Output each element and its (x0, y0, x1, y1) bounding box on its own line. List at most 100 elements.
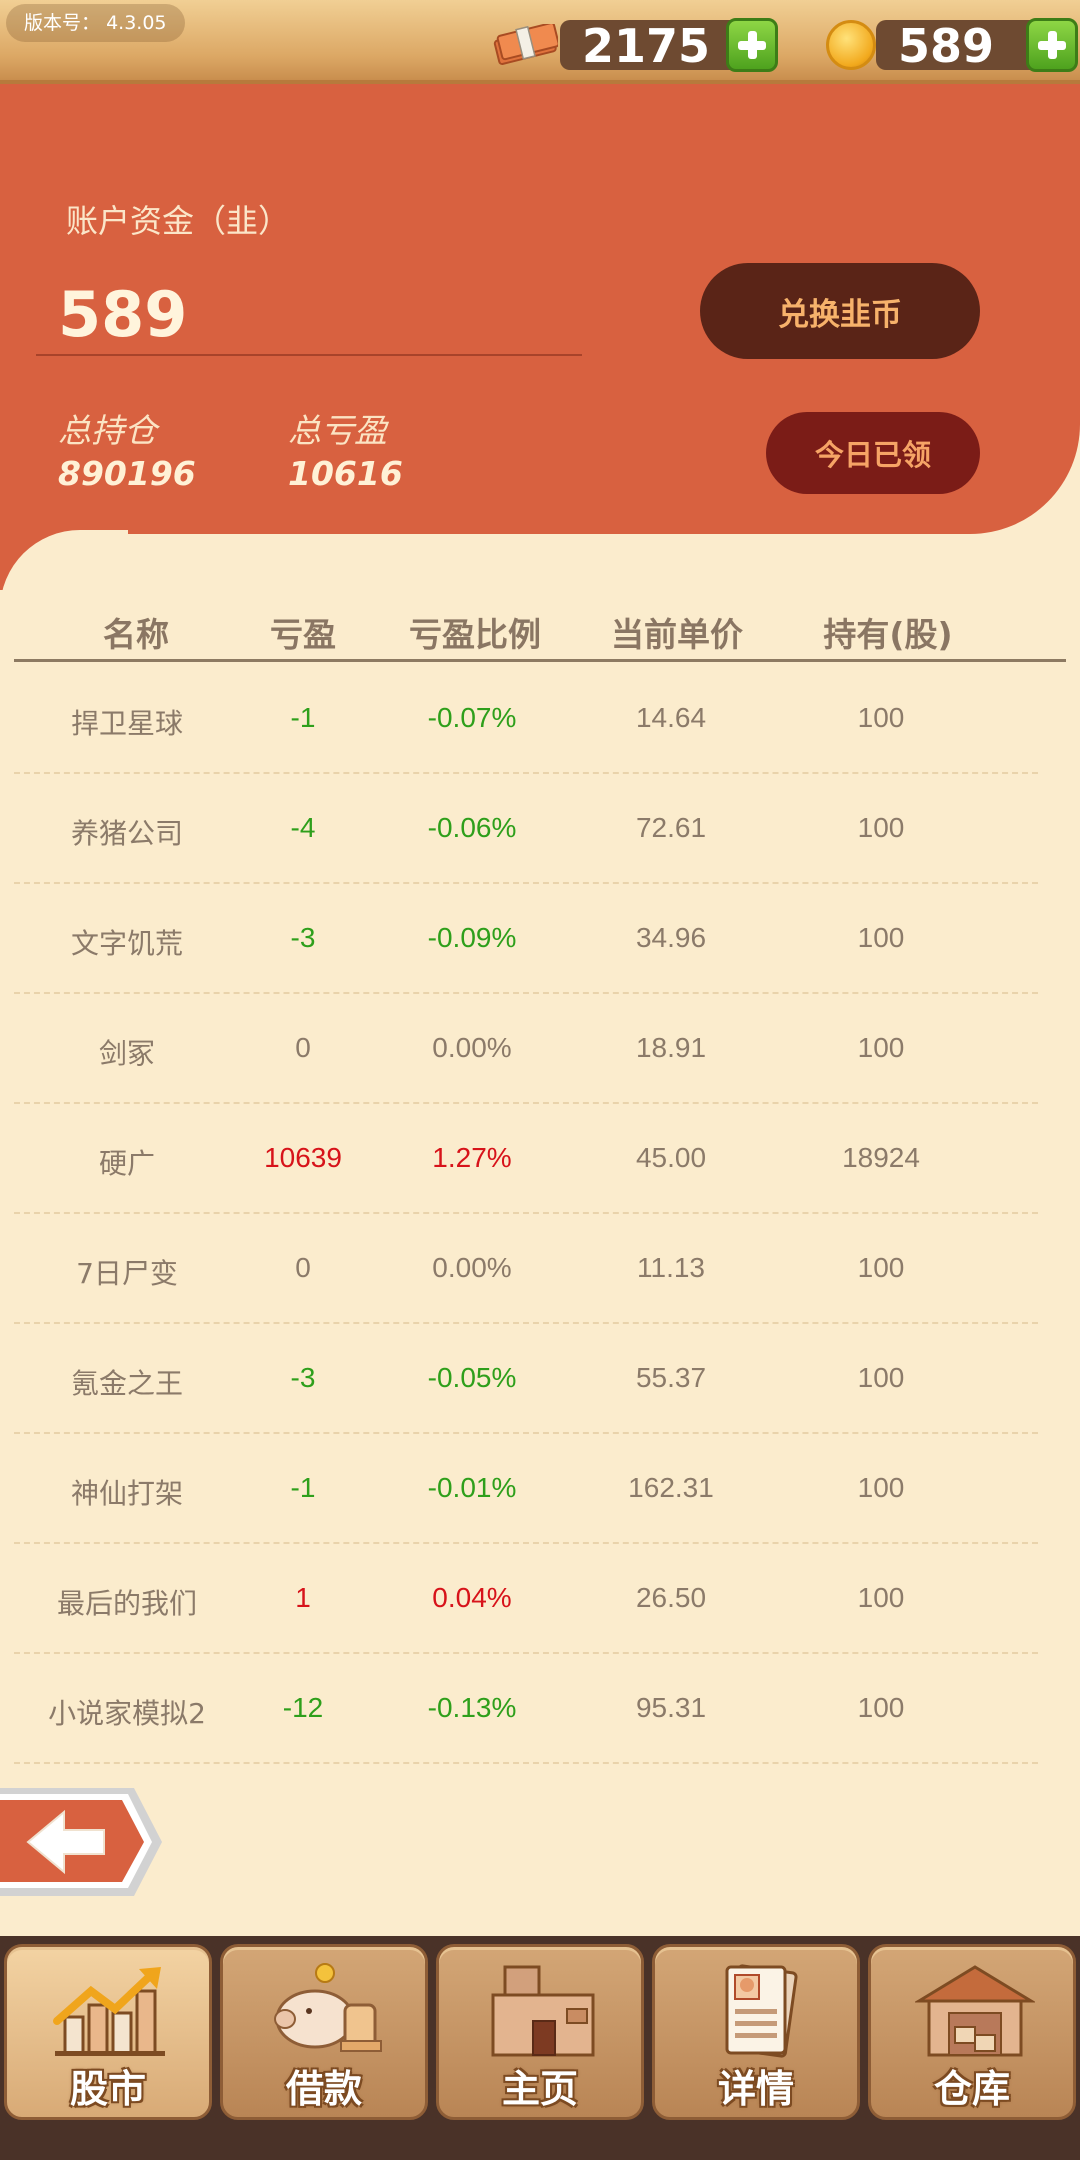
stock-name: 捍卫星球 (70, 707, 184, 740)
stock-pnl-ratio: 1.27% (432, 1142, 512, 1173)
stock-pnl-ratio: -0.06% (427, 812, 517, 843)
stock-held: 18924 (842, 1142, 920, 1173)
piggy-bank-icon (274, 1963, 382, 2052)
stock-pnl-ratio: -0.05% (427, 1362, 517, 1393)
table-row[interactable]: 剑冢 0 0.00% 18.91 100 (14, 994, 1038, 1104)
stock-pnl: -12 (282, 1692, 324, 1723)
stock-pnl: 0 (295, 1032, 311, 1063)
stock-name: 氪金之王 (70, 1367, 184, 1400)
total-position-label: 总持仓 (58, 411, 157, 450)
add-cash-plus-icon[interactable] (726, 18, 778, 72)
stock-pnl: -3 (290, 922, 316, 953)
house-icon (491, 1965, 595, 2057)
stock-price: 45.00 (635, 1142, 707, 1173)
stock-price: 95.31 (635, 1692, 707, 1723)
account-divider (36, 354, 582, 356)
stock-name: 小说家模拟2 (48, 1697, 206, 1730)
header-pnl-ratio: 亏盈比例 (409, 615, 541, 654)
table-row[interactable]: 氪金之王 -3 -0.05% 55.37 100 (14, 1324, 1038, 1434)
account-funds-label: 账户资金（韭） (66, 202, 291, 240)
stock-price: 11.13 (637, 1252, 705, 1283)
table-row[interactable]: 7日尸变 0 0.00% 11.13 100 (14, 1214, 1038, 1324)
table-row[interactable]: 小说家模拟2 -12 -0.13% 95.31 100 (14, 1654, 1038, 1764)
stock-pnl: -3 (290, 1362, 316, 1393)
stock-held: 100 (857, 812, 905, 843)
tab-details[interactable]: 详情 (652, 1944, 860, 2120)
stock-held: 100 (857, 1692, 905, 1723)
stock-chart-icon (53, 1967, 165, 2056)
coin-amount: 589 (898, 19, 995, 73)
stock-pnl: -1 (290, 702, 316, 733)
tab-label: 借款 (285, 2067, 362, 2111)
stock-pnl-ratio: 0.00% (432, 1032, 512, 1063)
total-pnl-value: 10616 (288, 454, 403, 493)
version-label: 版本号： (24, 12, 101, 34)
stock-held: 100 (857, 702, 905, 733)
tab-label: 详情 (717, 2067, 794, 2111)
stock-pnl-ratio: 0.00% (432, 1252, 512, 1283)
coin-counter: 589 (876, 18, 1078, 73)
stock-pnl-ratio: 0.04% (432, 1582, 512, 1613)
table-row[interactable]: 养猪公司 -4 -0.06% 72.61 100 (14, 774, 1038, 884)
stock-name: 文字饥荒 (70, 927, 184, 960)
stock-pnl: 0 (295, 1252, 311, 1283)
header-holdings: 持有(股) (823, 615, 953, 654)
header-pnl: 亏盈 (270, 615, 336, 654)
resource-bar: 版本号： 4.3.05 2175 589 (0, 0, 1080, 84)
stock-price: 72.61 (635, 812, 707, 843)
add-coin-plus-icon[interactable] (1026, 18, 1078, 72)
daily-claimed-button[interactable]: 今日已领 (766, 412, 980, 494)
table-row[interactable]: 神仙打架 -1 -0.01% 162.31 100 (14, 1434, 1038, 1544)
header-unit-price: 当前单价 (611, 615, 743, 654)
stock-price: 162.31 (628, 1472, 714, 1503)
stock-held: 100 (857, 922, 905, 953)
stock-name: 7日尸变 (76, 1257, 178, 1290)
tab-label: 主页 (501, 2067, 578, 2111)
stock-pnl-ratio: -0.09% (427, 922, 517, 953)
tab-home[interactable]: 主页 (436, 1944, 644, 2120)
arrow-left-icon[interactable] (0, 1784, 166, 1900)
tab-label: 仓库 (933, 2067, 1010, 2111)
holdings-list: 捍卫星球 -1 -0.07% 14.64 100 养猪公司 -4 -0.06% … (14, 664, 1038, 1764)
version-value: 4.3.05 (106, 12, 167, 34)
table-row[interactable]: 文字饥荒 -3 -0.09% 34.96 100 (14, 884, 1038, 994)
stock-name: 硬广 (98, 1147, 156, 1180)
stock-pnl-ratio: -0.01% (427, 1472, 517, 1503)
stock-price: 18.91 (635, 1032, 707, 1063)
stock-pnl-ratio: -0.13% (427, 1692, 517, 1723)
tab-label: 股市 (69, 2067, 146, 2111)
stock-price: 55.37 (635, 1362, 707, 1393)
tab-loan[interactable]: 借款 (220, 1944, 428, 2120)
stock-held: 100 (857, 1252, 905, 1283)
panel-corner-decoration (0, 530, 128, 650)
cash-bundle-icon (493, 24, 558, 65)
stock-pnl-ratio: -0.07% (427, 702, 517, 733)
stock-name: 神仙打架 (70, 1477, 184, 1510)
stock-name: 养猪公司 (70, 817, 184, 850)
stock-price: 14.64 (635, 702, 707, 733)
stock-name: 剑冢 (98, 1037, 156, 1070)
table-row[interactable]: 捍卫星球 -1 -0.07% 14.64 100 (14, 664, 1038, 774)
stock-pnl: 10639 (264, 1142, 342, 1173)
stock-price: 26.50 (635, 1582, 707, 1613)
stock-name: 最后的我们 (56, 1587, 198, 1620)
table-row[interactable]: 硬广 10639 1.27% 45.00 18924 (14, 1104, 1038, 1214)
total-position-value: 890196 (58, 454, 196, 493)
tab-stock-market[interactable]: 股市 (4, 1944, 212, 2120)
stock-held: 100 (857, 1362, 905, 1393)
exchange-coin-button[interactable]: 兑换韭币 (700, 263, 980, 359)
stock-held: 100 (857, 1472, 905, 1503)
stock-held: 100 (857, 1582, 905, 1613)
tab-warehouse[interactable]: 仓库 (868, 1944, 1076, 2120)
gold-coin-icon (826, 20, 876, 70)
stock-pnl: -4 (290, 812, 316, 843)
table-row[interactable]: 最后的我们 1 0.04% 26.50 100 (14, 1544, 1038, 1654)
cash-amount: 2175 (582, 19, 711, 73)
account-funds-value: 589 (58, 278, 188, 351)
stock-pnl: -1 (290, 1472, 316, 1503)
cash-counter: 2175 (560, 18, 778, 73)
version-badge: 版本号： 4.3.05 (6, 4, 185, 42)
stock-pnl: 1 (295, 1582, 311, 1613)
stock-price: 34.96 (635, 922, 707, 953)
profile-card-icon (725, 1964, 798, 2058)
